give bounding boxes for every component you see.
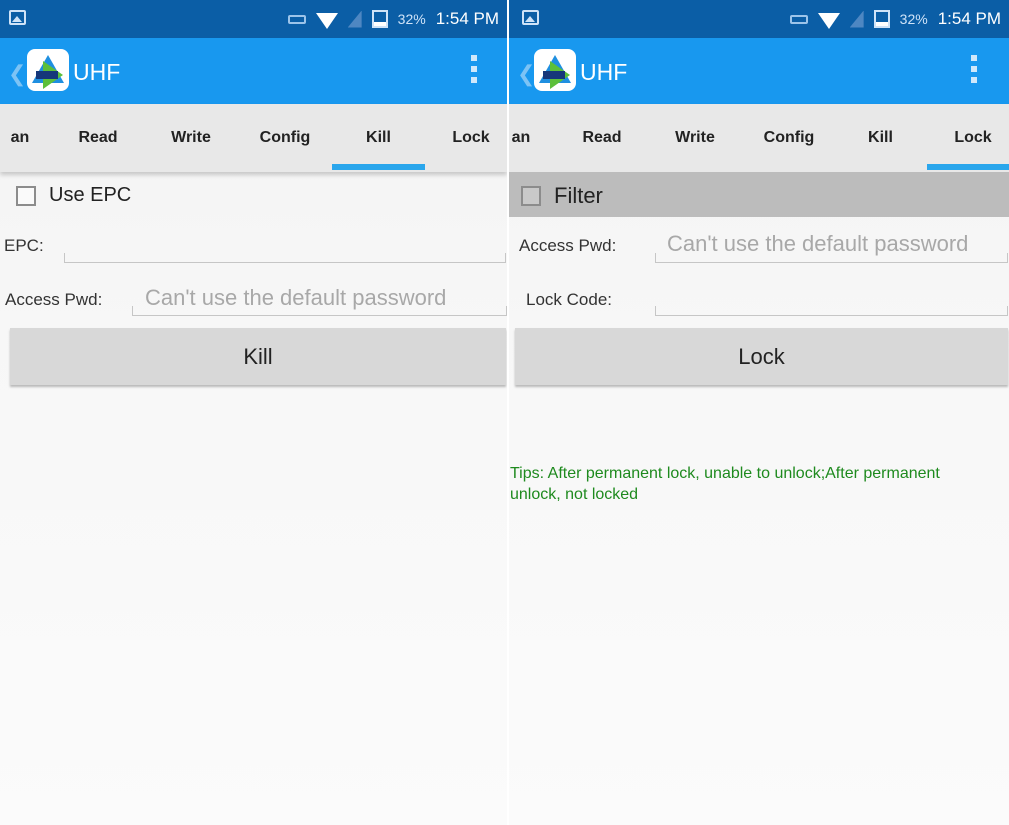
tab-lock[interactable]: Lock (425, 104, 507, 172)
tab-write[interactable]: Write (649, 104, 741, 172)
checkbox-box[interactable] (521, 186, 541, 206)
access-pwd-label: Access Pwd: (5, 290, 103, 309)
battery-icon (371, 10, 388, 28)
back-arrow-icon[interactable]: ❮ (517, 61, 535, 87)
kill-screen: 32% 1:54 PM ❮ UHF an Read Write Config K… (0, 0, 507, 825)
use-epc-checkbox[interactable]: Use EPC (16, 184, 131, 207)
lock-code-input[interactable] (655, 306, 1008, 316)
battery-percent: 32% (899, 11, 928, 27)
wifi-icon (817, 12, 840, 29)
tab-config[interactable]: Config (238, 104, 332, 172)
filter-bar[interactable]: Filter (509, 172, 1009, 217)
tab-bar: an Read Write Config Kill Lock (509, 104, 1009, 172)
tab-kill[interactable]: Kill (332, 104, 425, 172)
app-bar: ❮ UHF (0, 38, 507, 104)
tab-scan[interactable]: an (509, 104, 551, 172)
vibrate-icon (287, 14, 306, 24)
gallery-notification-icon (522, 10, 539, 25)
tab-indicator (332, 164, 425, 170)
battery-percent: 32% (397, 11, 426, 27)
app-title: UHF (580, 59, 628, 85)
status-time: 1:54 PM (937, 9, 1001, 28)
no-sim-icon (849, 10, 864, 28)
vibrate-icon (789, 14, 808, 24)
overflow-menu-icon[interactable] (471, 55, 477, 83)
overflow-menu-icon[interactable] (971, 55, 977, 83)
status-bar: 32% 1:54 PM (509, 0, 1009, 38)
filter-checkbox[interactable]: Filter (521, 183, 603, 209)
tab-scan[interactable]: an (0, 104, 50, 172)
app-title: UHF (73, 59, 121, 85)
tab-kill[interactable]: Kill (834, 104, 927, 172)
tab-read[interactable]: Read (556, 104, 648, 172)
epc-label: EPC: (4, 236, 44, 255)
access-pwd-input[interactable] (132, 306, 507, 316)
tips-text: Tips: After permanent lock, unable to un… (510, 465, 940, 503)
tab-lock[interactable]: Lock (927, 104, 1009, 172)
tab-config[interactable]: Config (742, 104, 836, 172)
app-bar: ❮ UHF (509, 38, 1009, 104)
checkbox-box[interactable] (16, 185, 36, 206)
epc-input[interactable] (64, 253, 506, 263)
kill-button[interactable]: Kill (10, 328, 506, 385)
gallery-notification-icon (9, 10, 26, 25)
app-logo-icon (27, 49, 69, 91)
tab-indicator (927, 164, 1009, 170)
tab-bar: an Read Write Config Kill Lock (0, 104, 507, 172)
no-sim-icon (347, 10, 362, 28)
battery-icon (873, 10, 890, 28)
wifi-icon (315, 12, 338, 29)
tab-read[interactable]: Read (52, 104, 144, 172)
use-epc-label: Use EPC (49, 184, 132, 206)
status-bar: 32% 1:54 PM (0, 0, 507, 38)
app-logo-icon (534, 49, 576, 91)
back-arrow-icon[interactable]: ❮ (8, 61, 26, 87)
access-pwd-input[interactable] (655, 253, 1008, 263)
tab-write[interactable]: Write (145, 104, 237, 172)
lock-button[interactable]: Lock (515, 328, 1008, 385)
access-pwd-label: Access Pwd: (519, 236, 617, 255)
lock-code-label: Lock Code: (526, 290, 612, 309)
filter-label: Filter (554, 183, 603, 208)
lock-screen: 32% 1:54 PM ❮ UHF an Read Write Config K… (509, 0, 1009, 825)
status-time: 1:54 PM (435, 9, 499, 28)
